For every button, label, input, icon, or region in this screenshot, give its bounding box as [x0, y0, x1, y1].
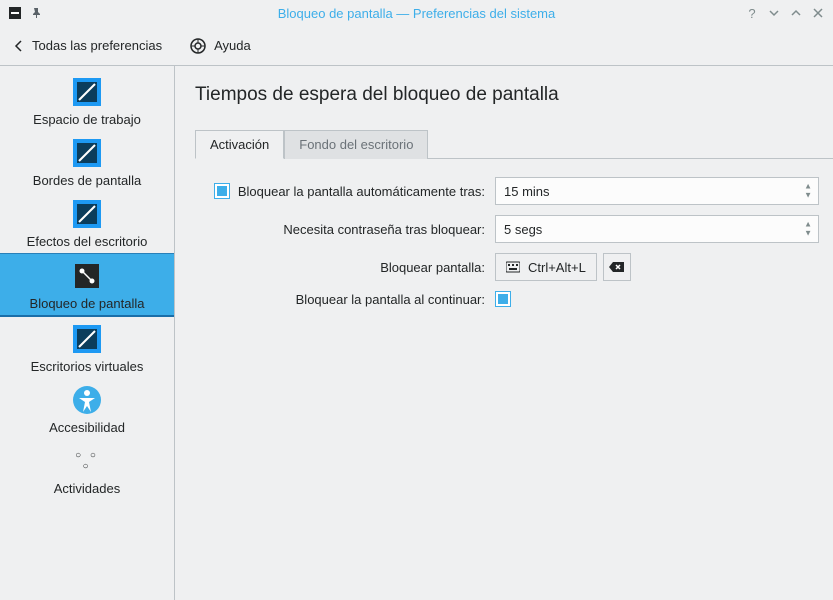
spinbox-arrows-icon[interactable]: ▲▼	[804, 221, 812, 238]
back-label: Todas las preferencias	[32, 38, 162, 53]
pin-icon[interactable]	[30, 6, 44, 20]
row-lock-resume: Bloquear la pantalla al continuar:	[195, 291, 833, 307]
activities-icon: ○ ○ ○	[71, 445, 103, 477]
back-all-preferences-button[interactable]: Todas las preferencias	[8, 34, 168, 57]
password-after-spinbox[interactable]: 5 segs ▲▼	[495, 215, 819, 243]
sidebar-item-label: Accesibilidad	[49, 420, 125, 435]
row-shortcut: Bloquear pantalla: Ctrl+Alt+L	[195, 253, 833, 281]
sidebar-item-label: Efectos del escritorio	[27, 234, 148, 249]
spinbox-arrows-icon[interactable]: ▲▼	[804, 183, 812, 200]
help-button[interactable]: Ayuda	[184, 34, 257, 58]
desktop-effects-icon	[71, 198, 103, 230]
main-panel: Tiempos de espera del bloqueo de pantall…	[175, 66, 833, 600]
sidebar-item-desktop-effects[interactable]: Efectos del escritorio	[0, 192, 174, 253]
help-lifebuoy-icon	[190, 38, 206, 54]
settings-form: Bloquear la pantalla automáticamente tra…	[195, 159, 833, 307]
help-icon[interactable]: ?	[745, 6, 759, 20]
keyboard-icon	[506, 261, 520, 273]
minimize-icon[interactable]	[767, 6, 781, 20]
toolbar: Todas las preferencias Ayuda	[0, 26, 833, 66]
content: Espacio de trabajo Bordes de pantalla Ef…	[0, 66, 833, 600]
row-password-after: Necesita contraseña tras bloquear: 5 seg…	[195, 215, 833, 243]
sidebar-item-label: Bordes de pantalla	[33, 173, 141, 188]
backspace-icon	[609, 261, 625, 273]
app-menu-icon[interactable]	[8, 6, 22, 20]
shortcut-label: Bloquear pantalla:	[380, 260, 485, 275]
auto-lock-label: Bloquear la pantalla automáticamente tra…	[238, 184, 485, 199]
sidebar-item-workspace[interactable]: Espacio de trabajo	[0, 70, 174, 131]
sidebar-item-activities[interactable]: ○ ○ ○ Actividades	[0, 439, 174, 500]
clear-shortcut-button[interactable]	[603, 253, 631, 281]
maximize-icon[interactable]	[789, 6, 803, 20]
password-after-label: Necesita contraseña tras bloquear:	[283, 222, 485, 237]
screen-lock-icon	[71, 260, 103, 292]
row-auto-lock: Bloquear la pantalla automáticamente tra…	[195, 177, 833, 205]
auto-lock-spinbox[interactable]: 15 mins ▲▼	[495, 177, 819, 205]
lock-resume-checkbox[interactable]	[495, 291, 511, 307]
titlebar: Bloqueo de pantalla — Preferencias del s…	[0, 0, 833, 26]
help-label: Ayuda	[214, 38, 251, 53]
sidebar-item-label: Bloqueo de pantalla	[30, 296, 145, 311]
sidebar-item-virtual-desktops[interactable]: Escritorios virtuales	[0, 317, 174, 378]
sidebar-item-label: Espacio de trabajo	[33, 112, 141, 127]
sidebar: Espacio de trabajo Bordes de pantalla Ef…	[0, 66, 175, 600]
sidebar-item-screen-lock[interactable]: Bloqueo de pantalla	[0, 253, 174, 317]
auto-lock-value: 15 mins	[504, 184, 550, 199]
virtual-desktops-icon	[71, 323, 103, 355]
sidebar-item-accessibility[interactable]: Accesibilidad	[0, 378, 174, 439]
shortcut-value: Ctrl+Alt+L	[528, 260, 586, 275]
accessibility-icon	[71, 384, 103, 416]
titlebar-left	[8, 6, 44, 20]
tabs: Activación Fondo del escritorio	[195, 130, 833, 159]
window-title: Bloqueo de pantalla — Preferencias del s…	[278, 6, 556, 21]
tab-desktop-background[interactable]: Fondo del escritorio	[284, 130, 428, 159]
close-icon[interactable]	[811, 6, 825, 20]
tab-activation[interactable]: Activación	[195, 130, 284, 159]
titlebar-right: ?	[745, 6, 825, 20]
shortcut-button[interactable]: Ctrl+Alt+L	[495, 253, 597, 281]
sidebar-item-label: Actividades	[54, 481, 120, 496]
sidebar-item-screen-edges[interactable]: Bordes de pantalla	[0, 131, 174, 192]
password-after-value: 5 segs	[504, 222, 542, 237]
screen-edges-icon	[71, 137, 103, 169]
lock-resume-label: Bloquear la pantalla al continuar:	[296, 292, 485, 307]
page-title: Tiempos de espera del bloqueo de pantall…	[195, 84, 833, 106]
workspace-icon	[71, 76, 103, 108]
auto-lock-checkbox[interactable]	[214, 183, 230, 199]
chevron-left-icon	[14, 40, 24, 52]
sidebar-item-label: Escritorios virtuales	[31, 359, 144, 374]
